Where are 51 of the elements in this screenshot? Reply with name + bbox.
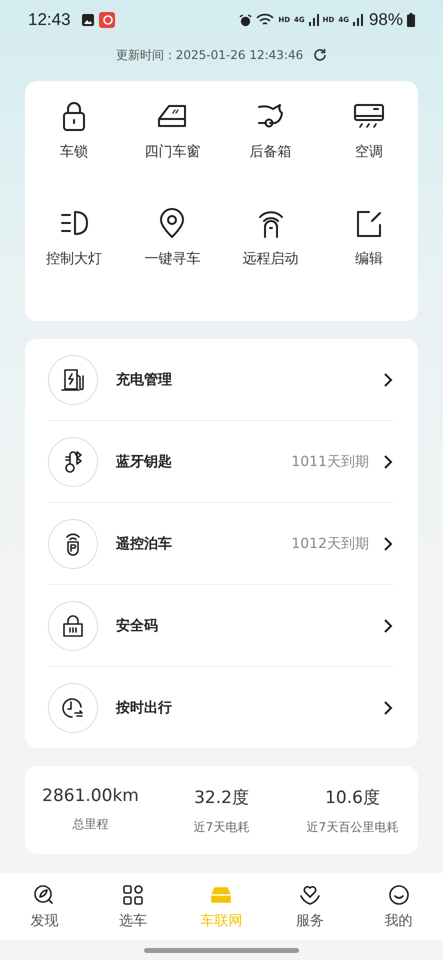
chevron-right-icon	[383, 454, 393, 468]
stat-value: 2861.00km	[42, 786, 139, 806]
control-item[interactable]: 空调	[320, 99, 418, 206]
service-row[interactable]: 遥控泊车 1012天到期	[48, 503, 393, 585]
heart-hands-icon	[298, 883, 322, 907]
service-label: 遥控泊车	[116, 534, 172, 552]
control-item[interactable]: 控制大灯	[25, 206, 124, 313]
refresh-icon[interactable]	[313, 48, 328, 62]
control-item[interactable]: 编辑	[320, 206, 418, 313]
battery-percent: 98%	[368, 10, 403, 30]
stat-value: 10.6度	[325, 787, 380, 809]
signal-icon	[352, 14, 363, 26]
image-icon	[80, 13, 95, 27]
control-item[interactable]: 车锁	[25, 99, 124, 206]
stat-label: 总里程	[72, 816, 108, 833]
tab-item[interactable]: 服务	[266, 883, 354, 930]
charging-station-icon	[60, 366, 86, 392]
expiry-note: 1011天到期	[291, 452, 369, 470]
signal-icon	[308, 14, 319, 26]
battery-icon	[407, 13, 415, 27]
update-time: 更新时间：2025-01-26 12:43:46	[116, 46, 304, 64]
chevron-right-icon	[383, 372, 393, 386]
grid-icon	[120, 883, 145, 907]
service-label: 蓝牙钥匙	[116, 452, 172, 470]
control-item[interactable]: 四门车窗	[123, 99, 222, 206]
control-item[interactable]: 一键寻车	[123, 206, 222, 313]
status-time: 12:43	[28, 10, 71, 30]
stat-value: 32.2度	[194, 787, 249, 809]
smiley-icon	[386, 883, 411, 907]
service-label: 按时出行	[116, 698, 172, 716]
tab-item[interactable]: 发现	[0, 883, 89, 930]
security-lock-icon	[60, 612, 86, 638]
chevron-right-icon	[383, 618, 393, 632]
control-item[interactable]: 远程启动	[222, 206, 320, 313]
tab-item[interactable]: 选车	[88, 883, 178, 930]
service-row[interactable]: 充电管理	[48, 339, 393, 421]
service-row[interactable]: 安全码	[48, 585, 393, 667]
stat-label: 近7天电耗	[194, 819, 250, 836]
control-item[interactable]: 后备箱	[222, 99, 320, 206]
tab-item[interactable]: 我的	[354, 883, 443, 930]
chevron-right-icon	[383, 700, 393, 714]
service-row[interactable]: 按时出行	[48, 667, 393, 748]
chevron-right-icon	[383, 536, 393, 550]
wifi-icon	[256, 13, 274, 27]
service-label: 安全码	[116, 616, 158, 634]
alarm-icon	[239, 14, 252, 26]
stat-label: 近7天百公里电耗	[306, 819, 398, 836]
service-label: 充电管理	[116, 370, 172, 388]
app-notification-icon	[98, 12, 115, 28]
expiry-note: 1012天到期	[291, 534, 369, 552]
service-row[interactable]: 蓝牙钥匙 1011天到期	[48, 421, 393, 503]
